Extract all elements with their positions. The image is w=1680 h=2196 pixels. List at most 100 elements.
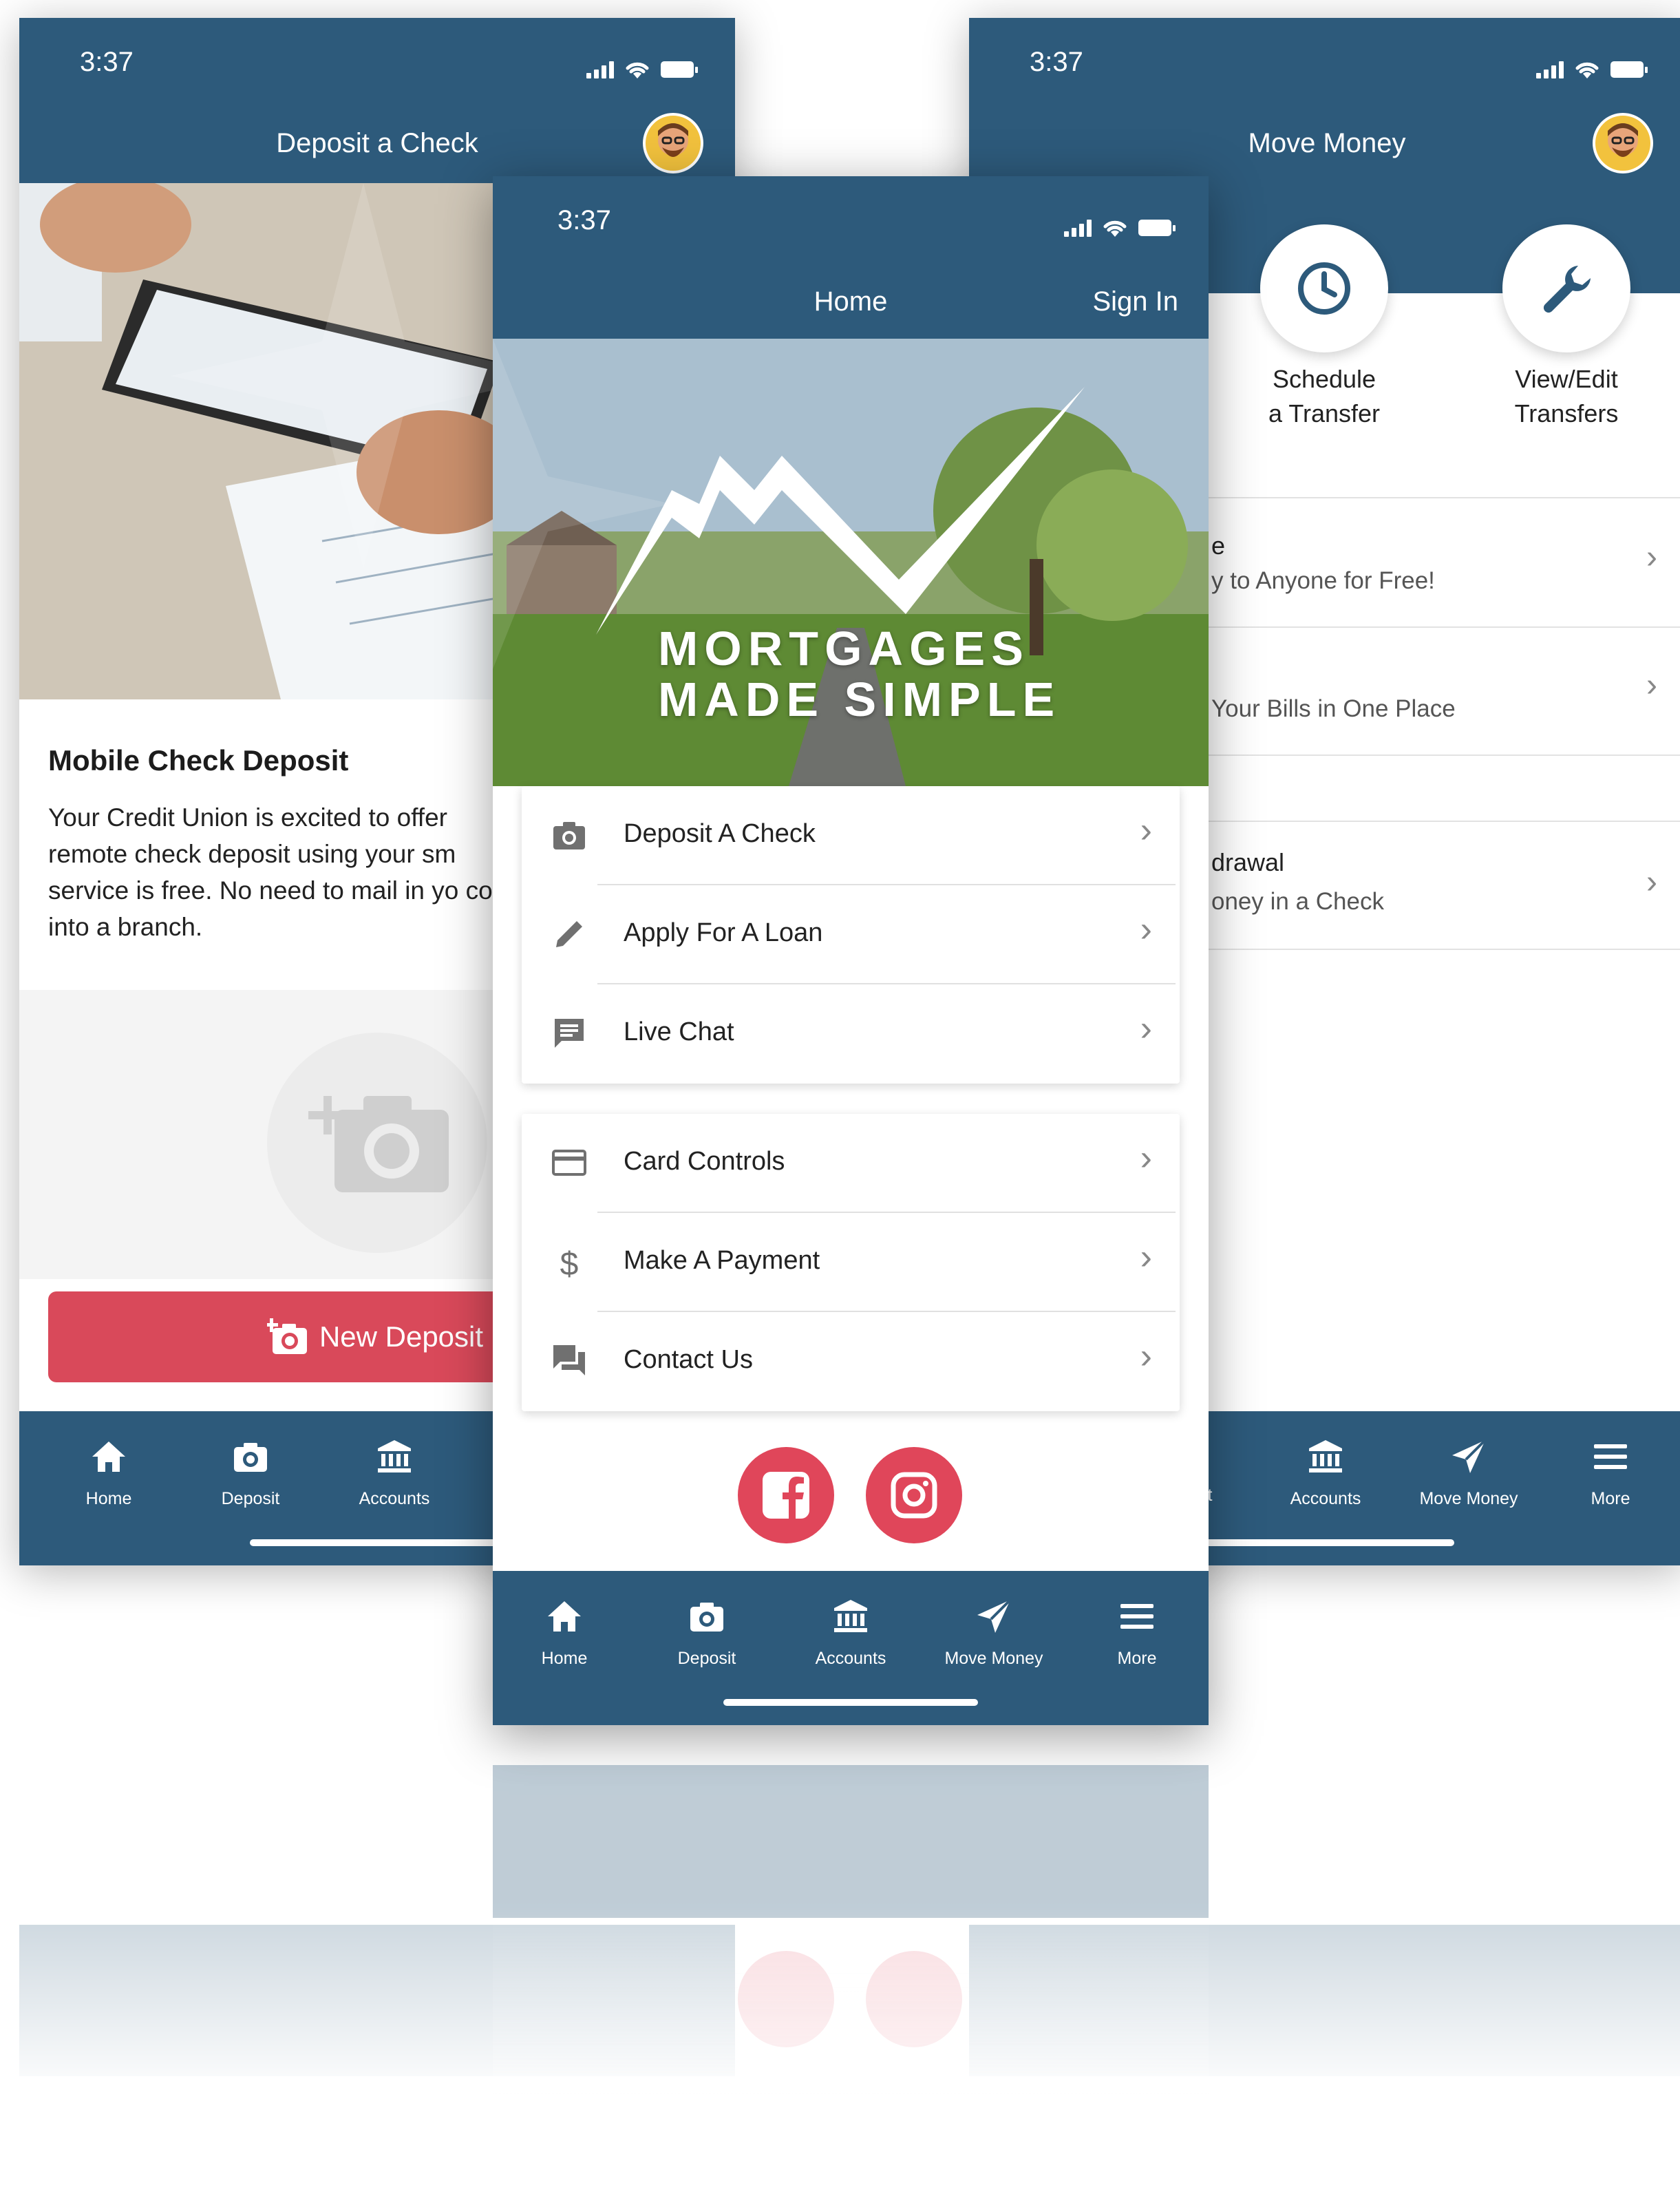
wrench-icon <box>1543 266 1591 313</box>
chevron-right-icon: › <box>1140 1237 1152 1277</box>
camera-icon <box>234 1443 267 1472</box>
home-screen: 3:37 Home Sign In MORTGAGES MADE SIMPLE <box>493 176 1209 1725</box>
chat-icon <box>555 1019 584 1048</box>
tab-accounts[interactable]: Accounts <box>1257 1437 1394 1509</box>
new-deposit-label: New Deposit <box>319 1320 484 1353</box>
menu-item-live-chat[interactable]: Live Chat › <box>522 984 1180 1084</box>
menu-item-card-controls[interactable]: Card Controls › <box>522 1114 1180 1213</box>
tab-label: Move Money <box>1419 1489 1518 1508</box>
home-indicator <box>723 1699 978 1706</box>
chevron-right-icon: › <box>1646 864 1657 900</box>
tab-bar: Home Deposit Accounts Move Money More <box>493 1571 1209 1725</box>
schedule-transfer-button[interactable]: Schedule a Transfer <box>1255 224 1393 431</box>
send-icon <box>977 1598 1012 1633</box>
services-menu-card: Card Controls › $ Make A Payment › Conta… <box>522 1114 1180 1411</box>
chevron-right-icon: › <box>1140 1009 1152 1048</box>
tab-accounts[interactable]: Accounts <box>326 1437 463 1509</box>
clock-icon <box>1298 262 1350 315</box>
add-photo-icon <box>266 1318 307 1354</box>
facebook-button[interactable] <box>738 1447 834 1543</box>
battery-icon <box>1610 61 1648 78</box>
menu-item-make-payment[interactable]: $ Make A Payment › <box>522 1213 1180 1312</box>
menu-item-label: Live Chat <box>624 1017 734 1046</box>
signal-icon <box>1064 219 1092 237</box>
menu-icon <box>1120 1604 1153 1629</box>
facebook-icon <box>763 1472 809 1519</box>
section-description: Your Credit Union is excited to offer re… <box>48 803 529 941</box>
list-item-subtitle: y to Anyone for Free! <box>1211 567 1435 594</box>
tab-label: Home <box>85 1489 132 1508</box>
sign-in-button[interactable]: Sign In <box>1092 286 1178 317</box>
chevron-right-icon: › <box>1140 1138 1152 1178</box>
tab-deposit[interactable]: Deposit <box>638 1597 776 1669</box>
tab-label: Accounts <box>359 1489 430 1508</box>
home-icon <box>92 1442 125 1472</box>
pencil-icon <box>556 921 582 947</box>
quick-action-label: View/Edit Transfers <box>1514 365 1619 427</box>
wifi-icon <box>626 62 649 78</box>
tab-label: Home <box>541 1649 588 1668</box>
instagram-button[interactable] <box>866 1447 962 1543</box>
tab-label: Deposit <box>221 1489 280 1508</box>
menu-item-contact-us[interactable]: Contact Us › <box>522 1312 1180 1411</box>
status-bar: 3:37 Deposit a Check <box>19 18 735 183</box>
quick-menu-card: Deposit A Check › Apply For A Loan › Liv… <box>522 786 1180 1084</box>
signal-icon <box>1536 61 1564 78</box>
status-icons <box>1536 59 1648 80</box>
bank-icon <box>834 1600 867 1632</box>
tab-move-money[interactable]: Move Money <box>1400 1437 1538 1509</box>
home-indicator <box>1200 1539 1454 1546</box>
status-time: 3:37 <box>557 205 611 235</box>
tab-more[interactable]: More <box>1542 1437 1679 1509</box>
quick-action-label: Schedule a Transfer <box>1268 365 1381 427</box>
menu-item-label: Contact Us <box>624 1345 753 1374</box>
chevron-right-icon: › <box>1140 909 1152 949</box>
status-bar: 3:37 Home Sign In <box>493 176 1209 339</box>
battery-icon <box>1138 220 1176 236</box>
menu-item-apply-loan[interactable]: Apply For A Loan › <box>522 885 1180 984</box>
send-icon <box>1452 1439 1487 1473</box>
tab-more[interactable]: More <box>1068 1597 1206 1669</box>
tab-move-money[interactable]: Move Money <box>925 1597 1063 1669</box>
battery-icon <box>661 61 698 78</box>
logo-text-line1: MORTGAGES <box>658 622 1030 675</box>
instagram-icon <box>891 1472 937 1519</box>
chevron-right-icon: › <box>1646 667 1657 704</box>
tab-accounts[interactable]: Accounts <box>782 1597 919 1669</box>
status-icons <box>586 59 698 80</box>
hero-banner: MORTGAGES MADE SIMPLE <box>493 339 1209 786</box>
home-indicator <box>250 1539 504 1546</box>
logo-text-line2: MADE SIMPLE <box>658 673 1061 726</box>
tab-label: More <box>1591 1489 1630 1508</box>
chevron-right-icon: › <box>1140 810 1152 850</box>
camera-icon <box>690 1603 723 1632</box>
wifi-icon <box>1103 220 1127 237</box>
section-title: Mobile Check Deposit <box>48 744 349 777</box>
status-time: 3:37 <box>80 47 134 77</box>
add-photo-button[interactable] <box>267 1033 487 1253</box>
page-title: Move Money <box>1248 128 1406 158</box>
menu-item-label: Apply For A Loan <box>624 918 823 947</box>
bank-icon <box>1309 1440 1342 1472</box>
list-item-subtitle: oney in a Check <box>1211 888 1384 915</box>
view-edit-transfers-button[interactable]: View/Edit Transfers <box>1498 224 1635 431</box>
tab-deposit[interactable]: Deposit <box>182 1437 319 1509</box>
menu-item-deposit-check[interactable]: Deposit A Check › <box>522 786 1180 885</box>
status-icons <box>1064 218 1176 238</box>
list-item-subtitle: Your Bills in One Place <box>1211 695 1456 722</box>
tab-home[interactable]: Home <box>496 1597 633 1669</box>
avatar[interactable] <box>1593 113 1653 173</box>
home-icon <box>548 1601 581 1632</box>
menu-item-label: Card Controls <box>624 1147 785 1176</box>
bank-icon <box>378 1440 411 1472</box>
menu-item-label: Deposit A Check <box>624 819 816 848</box>
menu-item-label: Make A Payment <box>624 1246 820 1275</box>
tab-home[interactable]: Home <box>40 1437 178 1509</box>
avatar[interactable] <box>643 113 703 173</box>
dollar-icon: $ <box>560 1246 579 1280</box>
camera-icon <box>553 822 585 849</box>
forum-icon <box>553 1345 585 1375</box>
tab-label: Accounts <box>1290 1489 1361 1508</box>
card-icon <box>552 1150 586 1176</box>
list-item-title: drawal <box>1211 848 1285 876</box>
